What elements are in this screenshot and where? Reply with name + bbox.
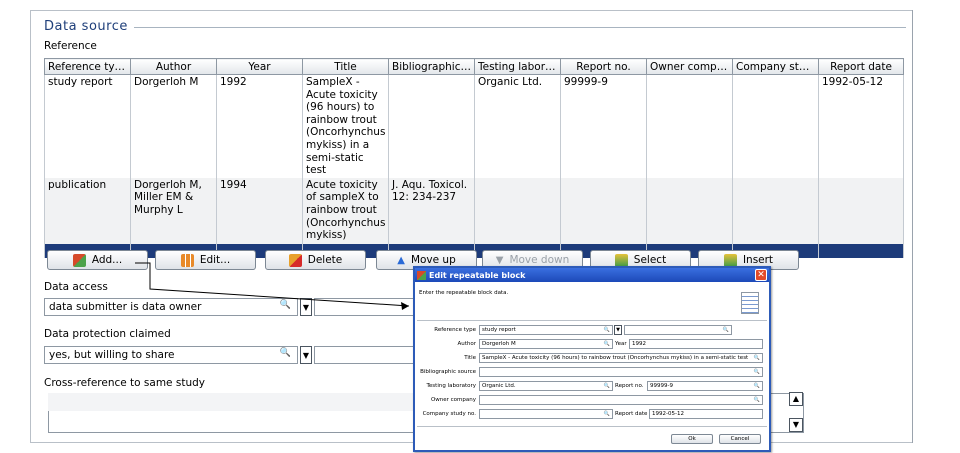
reference-type-field[interactable]: study report 🔍	[479, 325, 613, 335]
search-icon[interactable]: 🔍	[604, 340, 610, 348]
year-label: Year	[615, 341, 627, 347]
bibliographic-source-label: Bibliographic source	[420, 369, 476, 375]
search-icon[interactable]: 🔍	[604, 382, 610, 390]
reference-type-remarks-field[interactable]: 🔍	[624, 325, 732, 335]
author-label: Author	[457, 341, 476, 347]
author-field[interactable]: Dorgerloh M 🔍	[479, 339, 613, 349]
search-icon[interactable]: 🔍	[754, 354, 760, 362]
dialog-divider	[417, 320, 767, 321]
cancel-button[interactable]: Cancel	[719, 434, 761, 444]
report-date-field[interactable]: 1992-05-12	[649, 409, 763, 419]
dialog-footer-divider	[417, 426, 767, 427]
report-no-field[interactable]: 99999-9 🔍	[647, 381, 763, 391]
dialog-titlebar[interactable]: Edit repeatable block	[415, 268, 769, 282]
document-icon	[741, 292, 759, 314]
search-icon[interactable]: 🔍	[754, 382, 760, 390]
year-field[interactable]: 1992	[629, 339, 763, 349]
ok-button[interactable]: Ok	[671, 434, 713, 444]
search-icon[interactable]: 🔍	[754, 368, 760, 376]
search-icon[interactable]: 🔍	[604, 410, 610, 418]
owner-company-field[interactable]: 🔍	[479, 395, 763, 405]
edit-repeatable-block-dialog: Edit repeatable block ✕ Enter the repeat…	[413, 266, 771, 452]
bibliographic-source-field[interactable]: 🔍	[479, 367, 763, 377]
owner-company-label: Owner company	[430, 397, 476, 403]
testing-laboratory-label: Testing laboratory	[426, 383, 476, 389]
company-study-no-field[interactable]: 🔍	[479, 409, 613, 419]
search-icon[interactable]: 🔍	[723, 326, 729, 334]
dropdown-arrow-icon: ▼	[616, 327, 620, 333]
company-study-no-label: Company study no.	[422, 411, 476, 417]
report-no-label: Report no.	[615, 383, 644, 389]
report-date-label: Report date	[615, 411, 648, 417]
testing-laboratory-field[interactable]: Organic Ltd. 🔍	[479, 381, 613, 391]
title-label: Title	[464, 355, 476, 361]
close-icon[interactable]: ✕	[755, 269, 767, 281]
reference-type-label: Reference type	[434, 327, 476, 333]
reference-type-dropdown[interactable]: ▼	[614, 325, 622, 335]
title-field[interactable]: SampleX - Acute toxicity (96 hours) to r…	[479, 353, 763, 363]
dialog-instruction: Enter the repeatable block data.	[419, 290, 509, 296]
dialog-app-icon	[417, 270, 426, 280]
search-icon[interactable]: 🔍	[754, 396, 760, 404]
search-icon[interactable]: 🔍	[604, 326, 610, 334]
